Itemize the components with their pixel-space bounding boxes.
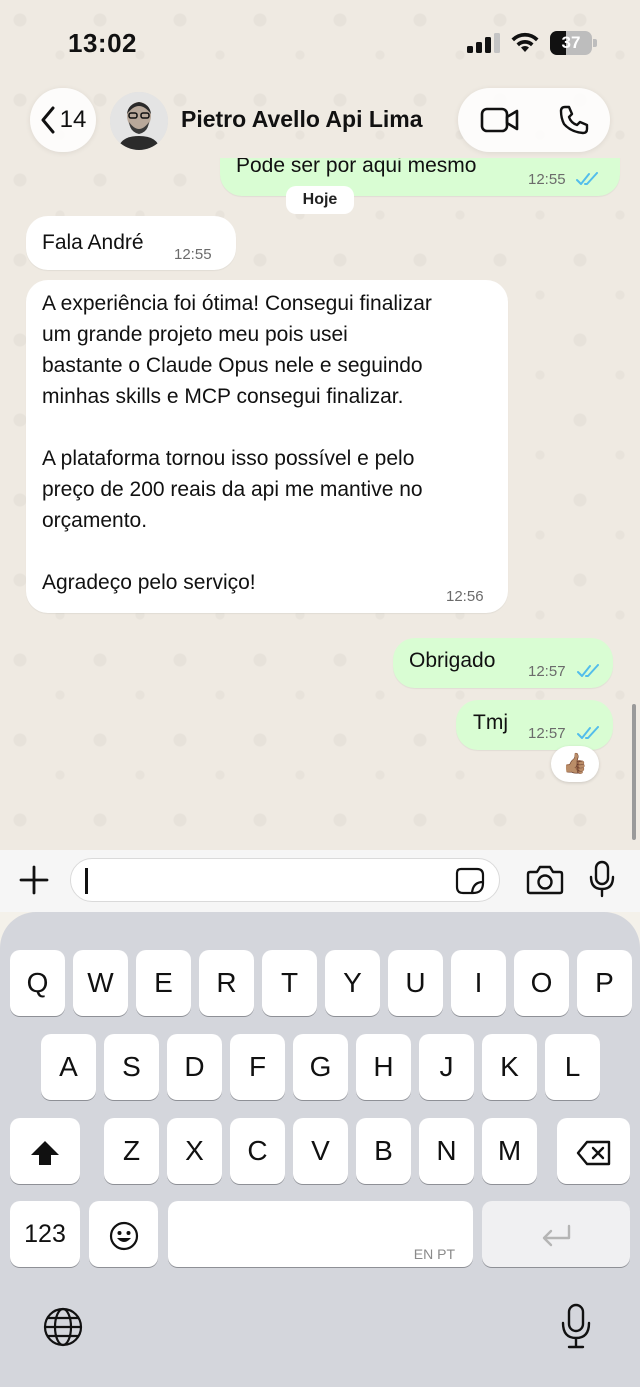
- message-text: Tmj: [473, 711, 508, 734]
- key-t[interactable]: T: [262, 950, 317, 1016]
- text-caret: [85, 868, 88, 894]
- key-x[interactable]: X: [167, 1118, 222, 1184]
- read-receipt-icon: [577, 664, 599, 677]
- unread-count: 14: [59, 106, 87, 133]
- status-time: 13:02: [68, 28, 137, 58]
- call-actions: [458, 88, 610, 152]
- key-b[interactable]: B: [356, 1118, 411, 1184]
- key-w[interactable]: W: [73, 950, 128, 1016]
- message-time: 12:55: [174, 246, 212, 263]
- key-p[interactable]: P: [577, 950, 632, 1016]
- chat-header: 14 Pietro Avello Api Lima: [0, 86, 640, 158]
- contact-name[interactable]: Pietro Avello Api Lima: [181, 106, 423, 133]
- key-r[interactable]: R: [199, 950, 254, 1016]
- date-separator: Hoje: [286, 186, 354, 214]
- message-text: Pode ser por aqui mesmo: [236, 158, 477, 177]
- key-c[interactable]: C: [230, 1118, 285, 1184]
- key-s[interactable]: S: [104, 1034, 159, 1100]
- message-text: Obrigado: [409, 649, 496, 672]
- status-bar: 13:02 37: [0, 0, 640, 86]
- shift-icon: [31, 1140, 59, 1165]
- message-bubble-incoming[interactable]: A experiência foi ótima! Consegui finali…: [26, 280, 508, 613]
- key-n[interactable]: N: [419, 1118, 474, 1184]
- message-text: Fala André: [42, 231, 144, 254]
- message-composer: [0, 850, 640, 912]
- battery-icon: 37: [550, 31, 598, 55]
- dictation-icon[interactable]: [560, 1302, 592, 1350]
- key-g[interactable]: G: [293, 1034, 348, 1100]
- key-h[interactable]: H: [356, 1034, 411, 1100]
- backspace-icon: [576, 1140, 610, 1165]
- key-k[interactable]: K: [482, 1034, 537, 1100]
- keyboard: QWERTYUIOP ASDFGHJKL ZXCVBNM 123 EN PT: [0, 912, 640, 1387]
- message-bubble-outgoing[interactable]: Pode ser por aqui mesmo 12:55: [220, 158, 620, 196]
- message-time: 12:55: [528, 171, 566, 188]
- emoji-icon: [109, 1221, 138, 1250]
- return-key[interactable]: [482, 1201, 630, 1267]
- key-a[interactable]: A: [41, 1034, 96, 1100]
- message-bubble-outgoing[interactable]: Tmj 12:57: [456, 700, 613, 750]
- emoji-key[interactable]: [89, 1201, 158, 1267]
- message-reaction[interactable]: 👍🏽: [551, 746, 599, 782]
- read-receipt-icon: [577, 726, 599, 739]
- key-f[interactable]: F: [230, 1034, 285, 1100]
- plus-icon[interactable]: [18, 864, 50, 896]
- key-y[interactable]: Y: [325, 950, 380, 1016]
- keyboard-languages: EN PT: [413, 1246, 455, 1262]
- message-bubble-outgoing[interactable]: Obrigado 12:57: [393, 638, 613, 688]
- key-z[interactable]: Z: [104, 1118, 159, 1184]
- key-l[interactable]: L: [545, 1034, 600, 1100]
- key-o[interactable]: O: [514, 950, 569, 1016]
- shift-key[interactable]: [10, 1118, 80, 1184]
- back-button[interactable]: 14: [30, 88, 96, 152]
- microphone-icon[interactable]: [588, 860, 616, 898]
- key-v[interactable]: V: [293, 1118, 348, 1184]
- message-input[interactable]: [70, 858, 500, 902]
- chevron-left-icon: [41, 106, 55, 134]
- message-bubble-incoming[interactable]: Fala André 12:55: [26, 216, 236, 270]
- numbers-key[interactable]: 123: [10, 1201, 80, 1267]
- space-key[interactable]: EN PT: [168, 1201, 473, 1267]
- signal-icon: [467, 33, 500, 53]
- return-icon: [542, 1224, 571, 1246]
- video-call-icon[interactable]: [480, 104, 520, 136]
- message-time: 12:56: [446, 588, 484, 605]
- sticker-icon[interactable]: [455, 867, 485, 895]
- message-time: 12:57: [528, 663, 566, 680]
- phone-call-icon[interactable]: [558, 104, 590, 136]
- key-e[interactable]: E: [136, 950, 191, 1016]
- key-d[interactable]: D: [167, 1034, 222, 1100]
- contact-avatar[interactable]: [110, 92, 168, 150]
- key-i[interactable]: I: [451, 950, 506, 1016]
- key-q[interactable]: Q: [10, 950, 65, 1016]
- wifi-icon: [511, 32, 539, 52]
- battery-level: 37: [561, 33, 581, 52]
- key-u[interactable]: U: [388, 950, 443, 1016]
- key-j[interactable]: J: [419, 1034, 474, 1100]
- globe-icon[interactable]: [42, 1306, 84, 1348]
- read-receipt-icon: [576, 172, 598, 185]
- message-list[interactable]: Pode ser por aqui mesmo 12:55 Hoje Fala …: [0, 158, 640, 848]
- scrollbar[interactable]: [632, 704, 636, 840]
- message-time: 12:57: [528, 725, 566, 742]
- message-text: A experiência foi ótima! Consegui finali…: [42, 292, 432, 594]
- camera-icon[interactable]: [526, 864, 564, 896]
- backspace-key[interactable]: [557, 1118, 630, 1184]
- key-m[interactable]: M: [482, 1118, 537, 1184]
